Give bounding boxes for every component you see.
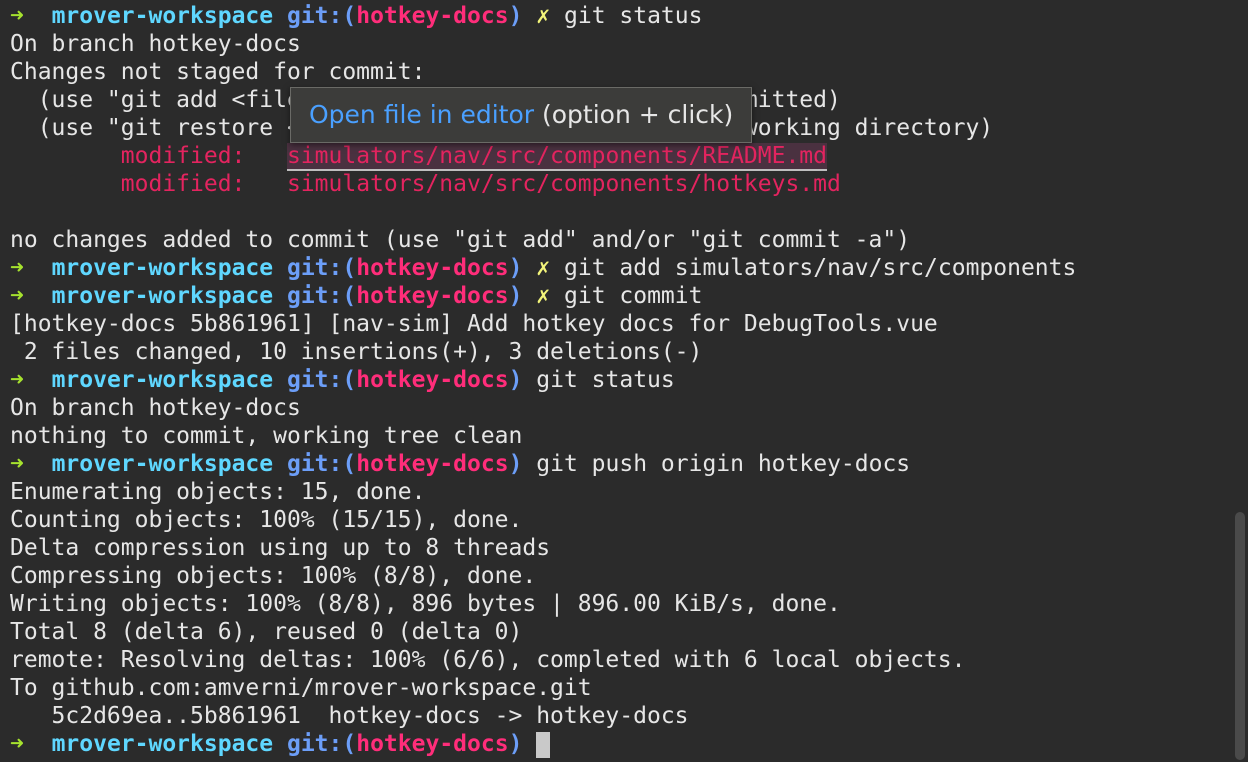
prompt-branch: hotkey-docs (356, 255, 509, 281)
output-line: Total 8 (delta 6), reused 0 (delta 0) (10, 619, 523, 645)
prompt-arrow-icon: ➜ (10, 3, 24, 29)
output-line: 2 files changed, 10 insertions(+), 3 del… (10, 339, 703, 365)
open-file-in-editor-link[interactable]: Open file in editor (309, 100, 534, 129)
output-line: 5c2d69ea..5b861961 hotkey-docs -> hotkey… (10, 703, 689, 729)
prompt-git-prefix: git:( (286, 255, 357, 281)
prompt-directory: mrover-workspace (51, 367, 274, 393)
modified-file-line: modified: simulators/nav/src/components/… (10, 142, 1224, 171)
prompt-git-prefix: git:( (286, 283, 357, 309)
prompt-branch: hotkey-docs (356, 367, 509, 393)
prompt-git-prefix: git:( (286, 367, 357, 393)
modified-label: modified: (120, 143, 246, 169)
dirty-indicator-icon: ✗ (536, 255, 551, 281)
command-text: git status (536, 367, 675, 393)
command-text: git commit (564, 283, 703, 309)
output-line: nothing to commit, working tree clean (10, 423, 523, 449)
prompt-branch: hotkey-docs (356, 731, 509, 757)
prompt-git-prefix: git:( (286, 3, 357, 29)
output-line: Writing objects: 100% (8/8), 896 bytes |… (10, 591, 841, 617)
prompt-directory: mrover-workspace (51, 3, 274, 29)
output-line: Delta compression using up to 8 threads (10, 535, 551, 561)
prompt-arrow-icon: ➜ (10, 255, 24, 281)
output-line: Enumerating objects: 15, done. (10, 479, 426, 505)
dirty-indicator-icon: ✗ (536, 283, 551, 309)
prompt-line: ➜ mrover-workspace git:(hotkey-docs) (10, 730, 1224, 758)
output-line: On branch hotkey-docs (10, 395, 301, 421)
open-file-hint: (option + click) (534, 100, 734, 129)
output-line: [hotkey-docs 5b861961] [nav-sim] Add hot… (10, 311, 938, 337)
prompt-git-suffix: ) (508, 255, 523, 281)
prompt-branch: hotkey-docs (356, 451, 509, 477)
prompt-arrow-icon: ➜ (10, 731, 24, 757)
command-text: git add simulators/nav/src/components (564, 255, 1077, 281)
modified-file-path-link[interactable]: simulators/nav/src/components/README.md (286, 143, 827, 171)
output-line: remote: Resolving deltas: 100% (6/6), co… (10, 647, 966, 673)
output-line: To github.com:amverni/mrover-workspace.g… (10, 675, 592, 701)
prompt-directory: mrover-workspace (51, 283, 274, 309)
output-line: Counting objects: 100% (15/15), done. (10, 507, 523, 533)
prompt-line: ➜ mrover-workspace git:(hotkey-docs) git… (10, 450, 1224, 478)
modified-label: modified: (120, 171, 246, 197)
prompt-git-suffix: ) (508, 451, 523, 477)
prompt-git-suffix: ) (508, 367, 523, 393)
output-line: no changes added to commit (use "git add… (10, 227, 911, 253)
terminal-cursor[interactable] (536, 731, 551, 758)
prompt-git-suffix: ) (508, 731, 523, 757)
prompt-directory: mrover-workspace (51, 731, 274, 757)
scrollbar[interactable] (1232, 0, 1248, 762)
prompt-git-prefix: git:( (286, 731, 357, 757)
dirty-indicator-icon: ✗ (536, 3, 551, 29)
prompt-arrow-icon: ➜ (10, 283, 24, 309)
scrollbar-thumb[interactable] (1235, 512, 1245, 760)
prompt-branch: hotkey-docs (356, 283, 509, 309)
output-line: Changes not staged for commit: (10, 59, 426, 85)
prompt-line: ➜ mrover-workspace git:(hotkey-docs) ✗ g… (10, 2, 1224, 30)
prompt-arrow-icon: ➜ (10, 451, 24, 477)
prompt-line: ➜ mrover-workspace git:(hotkey-docs) ✗ g… (10, 254, 1224, 282)
prompt-line: ➜ mrover-workspace git:(hotkey-docs) git… (10, 366, 1224, 394)
open-file-tooltip: Open file in editor (option + click) (290, 87, 753, 143)
output-line: On branch hotkey-docs (10, 31, 301, 57)
prompt-directory: mrover-workspace (51, 451, 274, 477)
command-text: git status (564, 3, 703, 29)
prompt-line: ➜ mrover-workspace git:(hotkey-docs) ✗ g… (10, 282, 1224, 310)
command-text: git push origin hotkey-docs (536, 451, 911, 477)
modified-file-line: modified: simulators/nav/src/components/… (10, 170, 1224, 198)
prompt-git-prefix: git:( (286, 451, 357, 477)
prompt-git-suffix: ) (508, 283, 523, 309)
output-line: Compressing objects: 100% (8/8), done. (10, 563, 537, 589)
prompt-arrow-icon: ➜ (10, 367, 24, 393)
prompt-git-suffix: ) (508, 3, 523, 29)
prompt-directory: mrover-workspace (51, 255, 274, 281)
prompt-branch: hotkey-docs (356, 3, 509, 29)
modified-file-path-link[interactable]: simulators/nav/src/components/hotkeys.md (287, 171, 841, 197)
